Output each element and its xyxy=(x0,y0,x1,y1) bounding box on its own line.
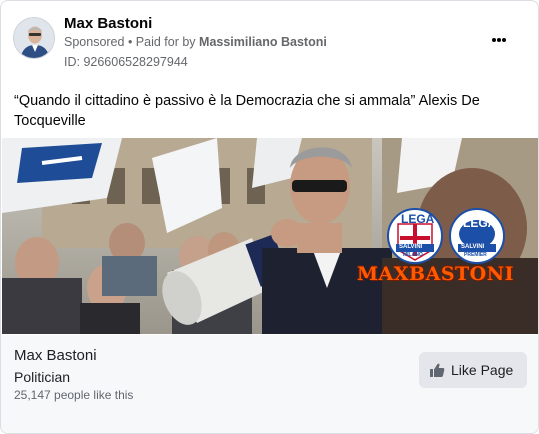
badge-1-bottom: MILANO xyxy=(403,252,423,258)
more-options-button[interactable] xyxy=(492,29,516,49)
badge-2-ribbon: SALVINI xyxy=(461,244,485,250)
paid-for-prefix: • Paid for by xyxy=(124,35,200,49)
sponsored-post-card: Max Bastoni Sponsored • Paid for by Mass… xyxy=(0,0,539,434)
thumbs-up-icon xyxy=(430,363,445,377)
page-category: Politician xyxy=(14,369,71,385)
page-name[interactable]: Max Bastoni xyxy=(14,347,97,364)
more-dot xyxy=(497,38,501,42)
sponsored-line: Sponsored • Paid for by Massimiliano Bas… xyxy=(64,35,327,49)
author-avatar[interactable] xyxy=(13,17,55,59)
paid-for-name: Massimiliano Bastoni xyxy=(199,35,327,49)
page-like-count: 25,147 people like this xyxy=(14,388,134,402)
ad-id: ID: 926606528297944 xyxy=(64,55,188,69)
ad-image[interactable]: LEGA SALVINI MILANO LEGA SALVINI PREMIER xyxy=(2,138,538,334)
brand-overlay-text: MAXBASTONI xyxy=(357,263,514,285)
like-page-label: Like Page xyxy=(451,362,514,378)
badge-1-top: LEGA xyxy=(401,212,435,226)
page-footer: Max Bastoni Politician 25,147 people lik… xyxy=(1,335,538,433)
sponsored-label[interactable]: Sponsored xyxy=(64,35,124,49)
post-text: “Quando il cittadino è passivo è la Demo… xyxy=(14,93,480,129)
more-horizontal-icon xyxy=(492,38,496,42)
badge-2-top: LEGA xyxy=(463,216,497,230)
badge-1-ribbon: SALVINI xyxy=(399,244,423,250)
more-dot xyxy=(502,38,506,42)
badge-2-bottom: PREMIER xyxy=(464,252,487,258)
like-page-button[interactable]: Like Page xyxy=(419,352,527,388)
author-name[interactable]: Max Bastoni xyxy=(64,15,152,32)
